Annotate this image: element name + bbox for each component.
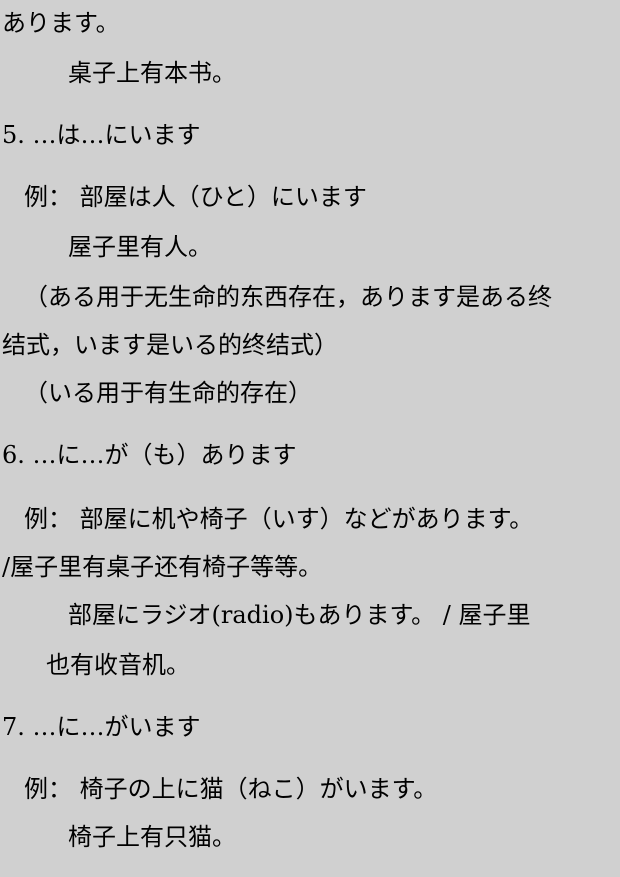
note-line: （いる用于有生命的存在） (24, 379, 312, 407)
translation-line: 屋子里有人。 (68, 233, 212, 261)
translation-line: 也有收音机。 (46, 651, 190, 679)
example-line: 例： 部屋は人（ひと）にいます (24, 183, 367, 211)
document-page: あります。 桌子上有本书。 5. …は…にいます 例： 部屋は人（ひと）にいます… (0, 0, 620, 877)
section-heading-6: 6. …に…が（も）あります (2, 441, 297, 469)
note-line: （ある用于无生命的东西存在，あります是ある终 (24, 283, 552, 311)
note-line: 结式，います是いる的终结式） (2, 331, 338, 359)
translation-line: 椅子上有只猫。 (68, 823, 236, 851)
text-line: 桌子上有本书。 (68, 59, 236, 87)
example-line: 例： 椅子の上に猫（ねこ）がいます。 (24, 775, 438, 803)
section-heading-5: 5. …は…にいます (2, 121, 201, 149)
example-line: 例： 部屋に机や椅子（いす）などがあります。 (24, 505, 534, 533)
example-line: 部屋にラジオ(radio)もあります。 / 屋子里 (68, 601, 531, 629)
section-heading-7: 7. …に…がいます (2, 713, 201, 741)
text-line: あります。 (2, 9, 120, 37)
translation-line: /屋子里有桌子还有椅子等等。 (2, 553, 323, 581)
